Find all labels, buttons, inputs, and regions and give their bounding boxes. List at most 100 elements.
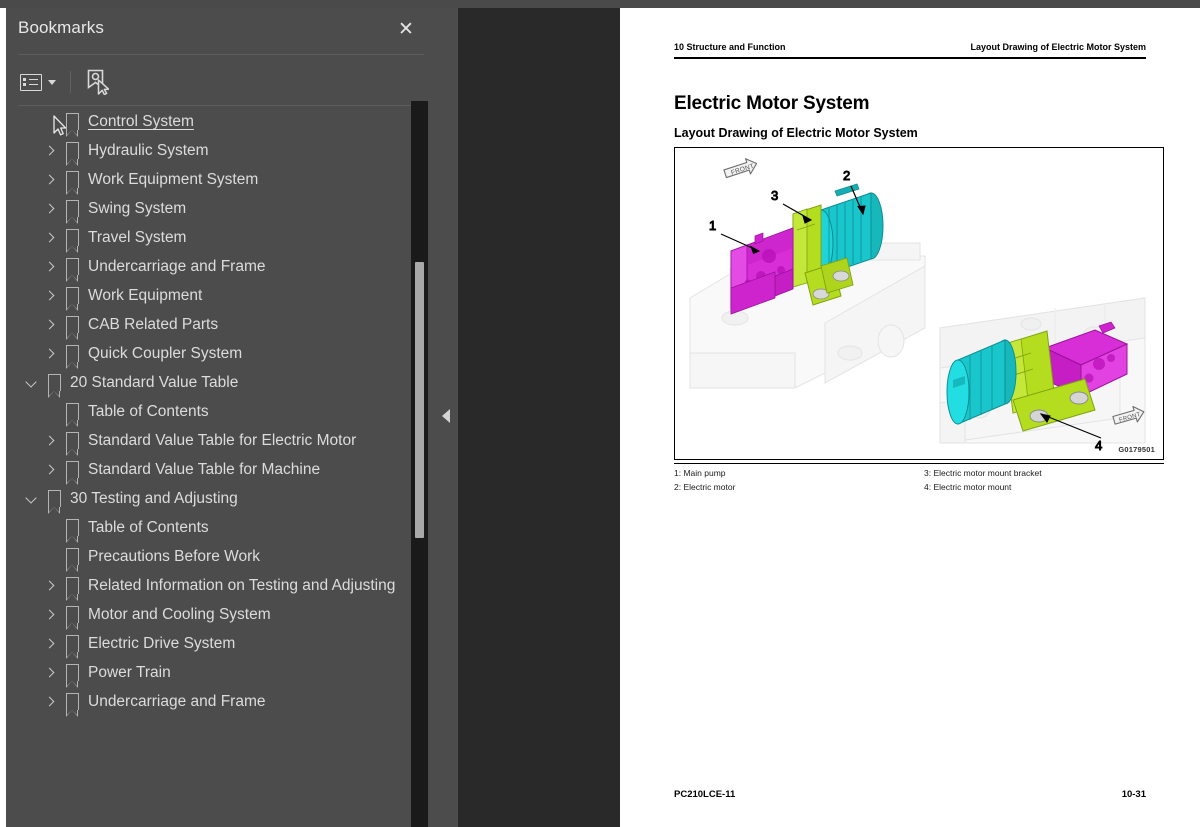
chevron-down-icon xyxy=(48,79,56,85)
chevron-right-icon[interactable] xyxy=(42,663,58,685)
list-options-icon xyxy=(20,73,42,91)
bookmark-item[interactable]: Swing System xyxy=(6,195,436,224)
bookmark-icon xyxy=(65,403,79,427)
bookmark-item-label: Power Train xyxy=(88,664,171,681)
bookmark-item-label: Travel System xyxy=(88,229,187,246)
bookmark-item-label: CAB Related Parts xyxy=(88,316,219,333)
bookmark-item[interactable]: 30 Testing and Adjusting xyxy=(6,485,436,514)
figure-container: FRONT 1 2 3 4 FRONT G0179501 xyxy=(674,147,1164,460)
bookmark-item-label: Work Equipment xyxy=(88,287,203,304)
bookmark-item-label: Swing System xyxy=(88,200,187,217)
bookmark-item[interactable]: Table of Contents xyxy=(6,514,436,543)
bookmark-item[interactable]: 20 Standard Value Table xyxy=(6,369,436,398)
bookmark-icon xyxy=(65,316,79,340)
bookmark-item[interactable]: Precautions Before Work xyxy=(6,543,436,572)
bookmark-item-label: Electric Drive System xyxy=(88,635,236,652)
page-footer: PC210LCE-11 10-31 xyxy=(674,789,1146,800)
callout-3-upper: 3 xyxy=(771,188,778,203)
bookmark-item[interactable]: Standard Value Table for Machine xyxy=(6,456,436,485)
bookmark-item-label: 30 Testing and Adjusting xyxy=(70,490,238,507)
chevron-right-icon[interactable] xyxy=(42,257,58,279)
legend-item: 2: Electric motor xyxy=(674,481,736,492)
bookmark-item[interactable]: Motor and Cooling System xyxy=(6,601,436,630)
bookmark-item-label: Precautions Before Work xyxy=(88,548,261,565)
chevron-right-icon[interactable] xyxy=(42,170,58,192)
bookmark-item-label: Control System xyxy=(88,113,194,130)
callout-4-lower: 4 xyxy=(1095,438,1102,453)
chevron-right-icon[interactable] xyxy=(42,605,58,627)
bookmark-icon xyxy=(65,200,79,224)
bookmark-item[interactable]: Hydraulic System xyxy=(6,137,436,166)
legend-item: 4: Electric motor mount xyxy=(924,481,1012,492)
bookmark-pointer-icon xyxy=(87,69,109,95)
bookmark-item-label: Table of Contents xyxy=(88,519,209,536)
bookmark-item-label: Undercarriage and Frame xyxy=(88,258,266,275)
bookmarks-toolbar xyxy=(18,64,111,100)
bookmark-item[interactable]: Table of Contents xyxy=(6,398,436,427)
bookmarks-panel: Bookmarks ✕ Control System Hydraulic Syst… xyxy=(6,8,436,827)
bookmark-item[interactable]: Related Information on Testing and Adjus… xyxy=(6,572,436,601)
chevron-down-icon[interactable] xyxy=(24,373,40,395)
bookmark-icon xyxy=(65,258,79,282)
bookmark-icon xyxy=(65,142,79,166)
bookmarks-panel-header: Bookmarks ✕ xyxy=(6,8,436,50)
chevron-down-icon[interactable] xyxy=(24,489,40,511)
bookmark-item[interactable]: Undercarriage and Frame xyxy=(6,253,436,282)
chevron-right-icon[interactable] xyxy=(42,431,58,453)
chevron-right-icon[interactable] xyxy=(42,692,58,714)
bookmark-icon xyxy=(65,635,79,659)
bookmarks-scrollbar-thumb[interactable] xyxy=(415,262,424,538)
panel-divider-top xyxy=(18,54,424,55)
bookmark-item-label: Standard Value Table for Machine xyxy=(88,461,321,478)
bookmark-item[interactable]: Electric Drive System xyxy=(6,630,436,659)
chevron-right-icon[interactable] xyxy=(42,141,58,163)
bookmark-item[interactable]: Quick Coupler System xyxy=(6,340,436,369)
bookmark-icon xyxy=(65,113,79,137)
bookmark-icon xyxy=(65,287,79,311)
bookmark-item[interactable]: Travel System xyxy=(6,224,436,253)
bookmark-item-label: Related Information on Testing and Adjus… xyxy=(88,577,396,594)
chevron-right-icon[interactable] xyxy=(42,460,58,482)
bookmark-item[interactable]: Work Equipment xyxy=(6,282,436,311)
collapse-panel-arrow-icon[interactable] xyxy=(442,409,450,423)
bookmark-icon xyxy=(65,548,79,572)
electric-motor-layout-illustration: FRONT 1 2 3 4 FRONT xyxy=(689,158,1146,454)
bookmark-item[interactable]: Work Equipment System xyxy=(6,166,436,195)
legend-item: 1: Main pump xyxy=(674,468,726,478)
close-icon[interactable]: ✕ xyxy=(394,18,418,42)
chevron-right-icon[interactable] xyxy=(42,634,58,656)
bookmark-icon xyxy=(65,432,79,456)
bookmark-icon xyxy=(65,171,79,195)
bookmark-item-label: Hydraulic System xyxy=(88,142,209,159)
chevron-right-icon[interactable] xyxy=(42,199,58,221)
pdf-viewer-window: Bookmarks ✕ Control System Hydraulic Syst… xyxy=(0,0,1200,827)
bookmark-item-label: Table of Contents xyxy=(88,403,209,420)
bookmark-icon xyxy=(65,229,79,253)
bookmark-tree[interactable]: Control System Hydraulic System Work Equip… xyxy=(6,108,436,827)
footer-model-number: PC210LCE-11 xyxy=(674,789,736,800)
bookmark-item[interactable]: Standard Value Table for Electric Motor xyxy=(6,427,436,456)
chevron-right-icon[interactable] xyxy=(42,286,58,308)
bookmark-options-button[interactable] xyxy=(18,67,58,97)
chevron-right-icon[interactable] xyxy=(42,576,58,598)
bookmark-icon xyxy=(65,345,79,369)
bookmark-icon xyxy=(47,490,61,514)
bookmark-item[interactable]: Power Train xyxy=(6,659,436,688)
window-top-chrome-strip xyxy=(0,0,1200,8)
toolbar-separator xyxy=(70,71,71,93)
page-subtitle: Layout Drawing of Electric Motor System xyxy=(674,126,918,140)
figure-bottom-rule xyxy=(674,463,1164,465)
bookmark-item[interactable]: Undercarriage and Frame xyxy=(6,688,436,717)
bookmark-icon xyxy=(65,577,79,601)
find-current-bookmark-button[interactable] xyxy=(83,67,111,97)
chevron-right-icon[interactable] xyxy=(42,344,58,366)
bookmark-item[interactable]: Control System xyxy=(6,108,436,137)
bookmark-item[interactable]: CAB Related Parts xyxy=(6,311,436,340)
callout-1-upper: 1 xyxy=(709,218,716,233)
chevron-right-icon[interactable] xyxy=(42,228,58,250)
chevron-right-icon[interactable] xyxy=(42,315,58,337)
bookmark-icon xyxy=(47,374,61,398)
bookmark-icon xyxy=(65,461,79,485)
